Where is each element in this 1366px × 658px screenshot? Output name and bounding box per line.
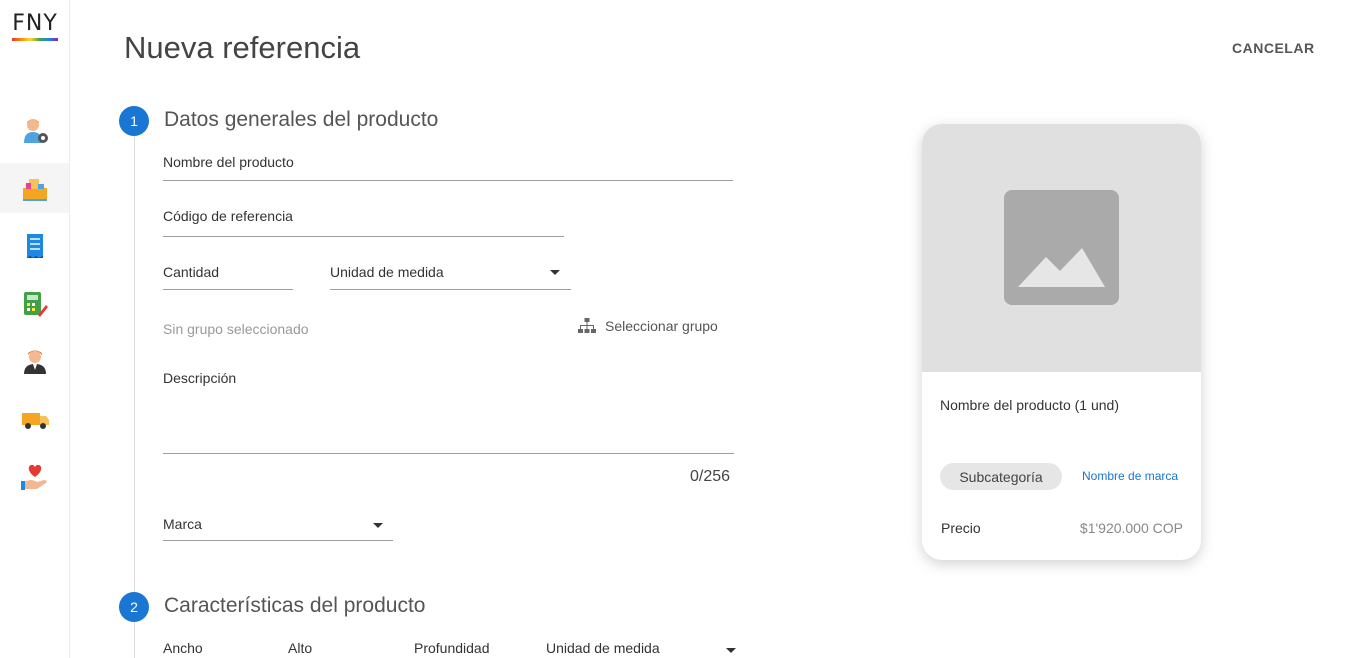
- nav-item-shipping[interactable]: [0, 394, 69, 444]
- page-title: Nueva referencia: [124, 30, 361, 65]
- nav-item-donations[interactable]: [0, 452, 69, 502]
- unit-label: Unidad de medida: [330, 264, 444, 280]
- description-label: Descripción: [163, 370, 237, 386]
- unit-select[interactable]: Unidad de medida: [330, 260, 571, 290]
- depth-field[interactable]: Profundidad: [414, 640, 490, 656]
- width-field[interactable]: Ancho: [163, 640, 203, 656]
- step-2-badge: 2: [119, 592, 149, 622]
- product-name-field[interactable]: Nombre del producto: [163, 150, 733, 181]
- step-2-title: Características del producto: [164, 594, 426, 617]
- subcategory-chip: Subcategoría: [940, 463, 1062, 490]
- boxes-icon: [22, 179, 47, 201]
- logo-rainbow-bar: [12, 38, 58, 41]
- sidebar: FNY: [0, 0, 70, 658]
- product-name-label: Nombre del producto: [163, 154, 294, 170]
- worker-icon: [23, 350, 46, 374]
- description-counter: 0/256: [690, 468, 731, 485]
- description-textarea[interactable]: Descripción: [163, 366, 734, 454]
- truck-icon: [21, 413, 49, 429]
- select-group-label: Seleccionar grupo: [605, 318, 718, 334]
- user-settings-icon: [23, 119, 48, 143]
- product-preview-card: Nombre del producto (1 und) Subcategoría…: [922, 124, 1201, 560]
- dimension-unit-select[interactable]: Unidad de medida: [546, 636, 736, 658]
- chevron-down-icon: [550, 270, 560, 275]
- image-placeholder-icon: [1004, 190, 1119, 305]
- receipt-icon: [26, 234, 43, 258]
- mountain-shape: [1018, 248, 1105, 287]
- nav-item-invoices[interactable]: [0, 221, 69, 271]
- logo-text: FNY: [12, 11, 58, 36]
- brand-select[interactable]: Marca: [163, 512, 393, 541]
- select-group-button[interactable]: Seleccionar grupo: [578, 318, 718, 334]
- hierarchy-icon: [578, 318, 596, 333]
- brand-name-link[interactable]: Nombre de marca: [1082, 469, 1178, 483]
- preview-product-name: Nombre del producto (1 und): [940, 397, 1119, 413]
- nav-item-users[interactable]: [0, 106, 69, 156]
- app-logo[interactable]: FNY: [12, 12, 58, 41]
- nav-item-employees[interactable]: [0, 336, 69, 386]
- brand-label: Marca: [163, 516, 202, 532]
- nav-item-products[interactable]: [0, 163, 69, 213]
- price-label: Precio: [941, 520, 981, 536]
- quantity-label: Cantidad: [163, 264, 220, 280]
- dimension-unit-label: Unidad de medida: [546, 640, 660, 656]
- chevron-down-icon: [726, 648, 736, 653]
- price-value: $1'920.000 COP: [1079, 520, 1183, 536]
- calculator-icon: [23, 292, 48, 317]
- step-1-badge: 1: [119, 106, 149, 136]
- product-image-area[interactable]: [922, 124, 1201, 372]
- quantity-field[interactable]: Cantidad: [163, 260, 293, 290]
- step-1-title: Datos generales del producto: [164, 108, 439, 131]
- reference-code-field[interactable]: Código de referencia: [163, 204, 564, 237]
- heart-hand-icon: [20, 464, 47, 490]
- chevron-down-icon: [373, 523, 383, 528]
- stepper-line: [134, 136, 135, 658]
- height-field[interactable]: Alto: [288, 640, 312, 656]
- reference-code-label: Código de referencia: [163, 208, 293, 224]
- group-status: Sin grupo seleccionado: [163, 321, 309, 337]
- nav-item-accounting[interactable]: [0, 279, 69, 329]
- cancel-button[interactable]: CANCELAR: [1222, 36, 1325, 60]
